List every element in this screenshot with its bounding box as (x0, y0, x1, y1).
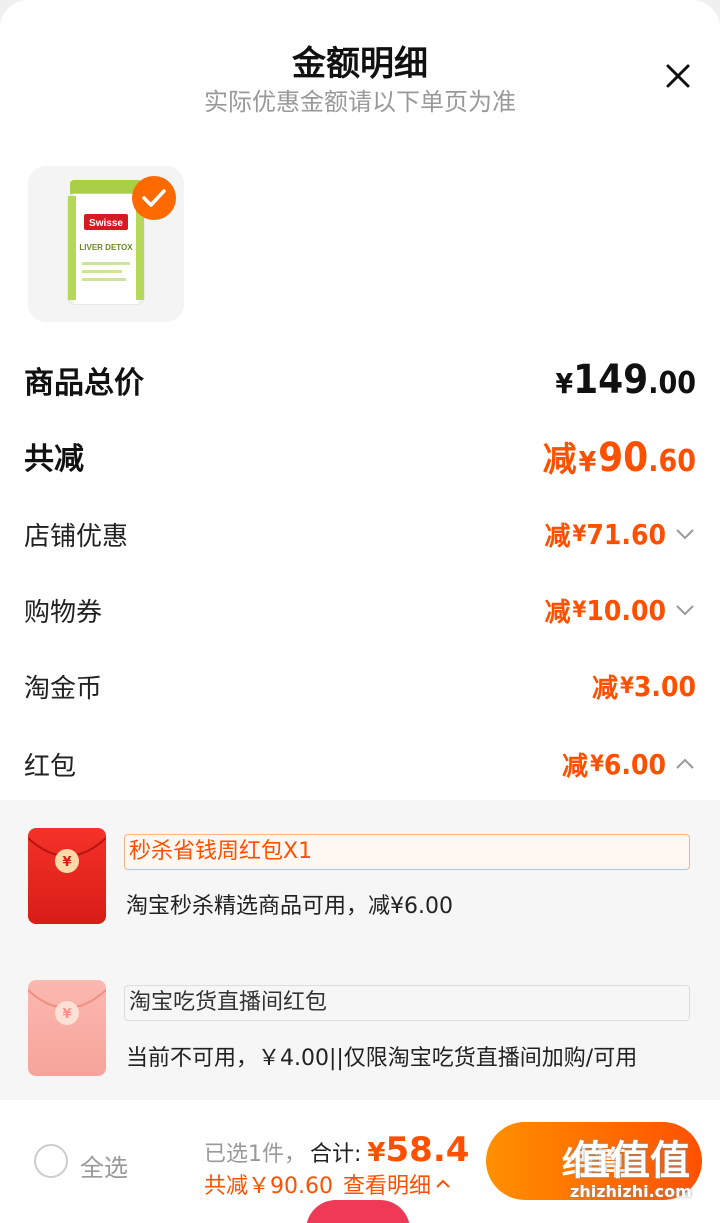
product-selected-check[interactable] (132, 176, 176, 220)
selected-count: 已选1件， (204, 1142, 306, 1167)
discount-row-store[interactable]: 店铺优惠 减 ¥ 71 .60 (24, 504, 696, 564)
total-discount-dec: .60 (648, 443, 696, 479)
discount-label-coins: 淘金币 (24, 673, 103, 704)
total-price-label: 商品总价 (24, 366, 144, 401)
coupon-desc: 淘宝秒杀精选商品可用，减¥6.00 (126, 894, 453, 919)
svg-text:¥: ¥ (62, 855, 71, 870)
discount-dec: .60 (621, 517, 666, 551)
discount-int: 6 (603, 747, 622, 781)
red-envelope-disabled-icon: ¥ (27, 980, 107, 1076)
page-subtitle: 实际优惠金额请以下单页为准 (204, 88, 516, 116)
coupon-desc: 当前不可用，￥4.00||仅限淘宝吃货直播间加购/可用 (126, 1046, 638, 1071)
total-price-dec: .00 (648, 366, 696, 401)
close-button[interactable] (660, 58, 696, 94)
sheet-header: 金额明细 实际优惠金额请以下单页为准 (0, 0, 720, 130)
total-discount-int: 90 (598, 434, 649, 481)
discount-int: 71 (586, 517, 622, 551)
discount-dec: .00 (621, 593, 666, 627)
chevron-up-icon (676, 758, 694, 769)
select-all-label[interactable]: 全选 (80, 1148, 128, 1183)
discount-currency: ¥ (572, 521, 587, 547)
total-price-row: 商品总价 ¥ 149 .00 (24, 350, 696, 410)
total-discount-prefix: 减 (542, 439, 577, 480)
discount-prefix: 减 (562, 751, 589, 782)
amount-detail-sheet: 金额明细 实际优惠金额请以下单页为准 Swisse LIVER DETOX 商品… (0, 0, 720, 1223)
total-discount-currency: ¥ (578, 444, 597, 478)
chevron-up-icon (436, 1179, 450, 1188)
page-title: 金额明细 (292, 44, 428, 84)
product-name-text: LIVER DETOX (79, 243, 133, 252)
discount-summary-text: 共减￥90.60 (204, 1174, 333, 1199)
discount-label-voucher: 购物券 (24, 597, 103, 628)
discount-currency: ¥ (590, 751, 604, 777)
total-currency: ¥ (367, 1138, 386, 1168)
coupon-name[interactable]: 淘宝吃货直播间红包 (124, 985, 690, 1021)
select-all-radio[interactable] (34, 1144, 68, 1178)
total-label: 合计: (310, 1142, 362, 1167)
discount-dec: .00 (621, 747, 666, 781)
discount-label-red-packet: 红包 (24, 751, 77, 782)
discount-prefix: 减 (544, 597, 571, 628)
watermark-url: zhizhizhi.com (570, 1182, 692, 1201)
discount-int: 10 (586, 593, 622, 627)
discount-currency: ¥ (620, 673, 634, 699)
discount-label-store: 店铺优惠 (24, 521, 129, 552)
discount-summary: 共减￥90.60 查看明细 (204, 1168, 451, 1200)
red-packet-list: ¥ 秒杀省钱周红包X1 淘宝秒杀精选商品可用，减¥6.00 ¥ 淘宝吃货直播间红… (0, 800, 720, 1100)
chevron-down-icon (676, 529, 694, 540)
discount-value-coins: 减 ¥ 3 .00 (592, 668, 696, 705)
total-value: 58.4 (385, 1130, 470, 1170)
discount-int: 3 (633, 669, 652, 703)
chevron-down-icon (676, 605, 694, 616)
discount-value-store: 减 ¥ 71 .60 (545, 516, 696, 553)
discount-prefix: 减 (592, 673, 619, 704)
discount-value-red-packet: 减 ¥ 6 .00 (562, 746, 696, 783)
red-envelope-icon: ¥ (27, 828, 107, 924)
watermark: 值值值 zhizhizhi.com (570, 1140, 720, 1223)
total-summary: 已选1件， 合计: ¥ 58.4 (204, 1130, 469, 1170)
coupon-name[interactable]: 秒杀省钱周红包X1 (124, 834, 690, 870)
discount-row-coins: 淘金币 减 ¥ 3 .00 (24, 656, 696, 716)
view-detail-link[interactable]: 查看明细 (343, 1168, 431, 1200)
product-brand-text: Swisse (89, 218, 123, 229)
discount-currency: ¥ (572, 597, 587, 623)
total-discount-value: 减 ¥ 90 .60 (543, 432, 696, 481)
total-discount-label: 共减 (24, 442, 84, 477)
envelope-graphic: ¥ (27, 989, 107, 1025)
discount-row-red-packet[interactable]: 红包 减 ¥ 6 .00 (24, 734, 696, 794)
total-price-value: ¥ 149 .00 (556, 357, 696, 403)
watermark-logo: 值值值 (570, 1138, 690, 1184)
total-price-currency: ¥ (555, 367, 574, 400)
discount-value-voucher: 减 ¥ 10 .00 (545, 592, 696, 629)
close-icon (666, 64, 690, 88)
total-discount-row: 共减 减 ¥ 90 .60 (24, 426, 696, 486)
discount-dec: .00 (651, 669, 696, 703)
floating-badge (306, 1200, 410, 1223)
total-price-int: 149 (573, 357, 649, 403)
check-icon (142, 189, 166, 207)
svg-text:¥: ¥ (62, 1007, 71, 1022)
envelope-graphic: ¥ (27, 837, 107, 873)
discount-row-voucher[interactable]: 购物券 减 ¥ 10 .00 (24, 580, 696, 640)
discount-prefix: 减 (544, 521, 571, 552)
